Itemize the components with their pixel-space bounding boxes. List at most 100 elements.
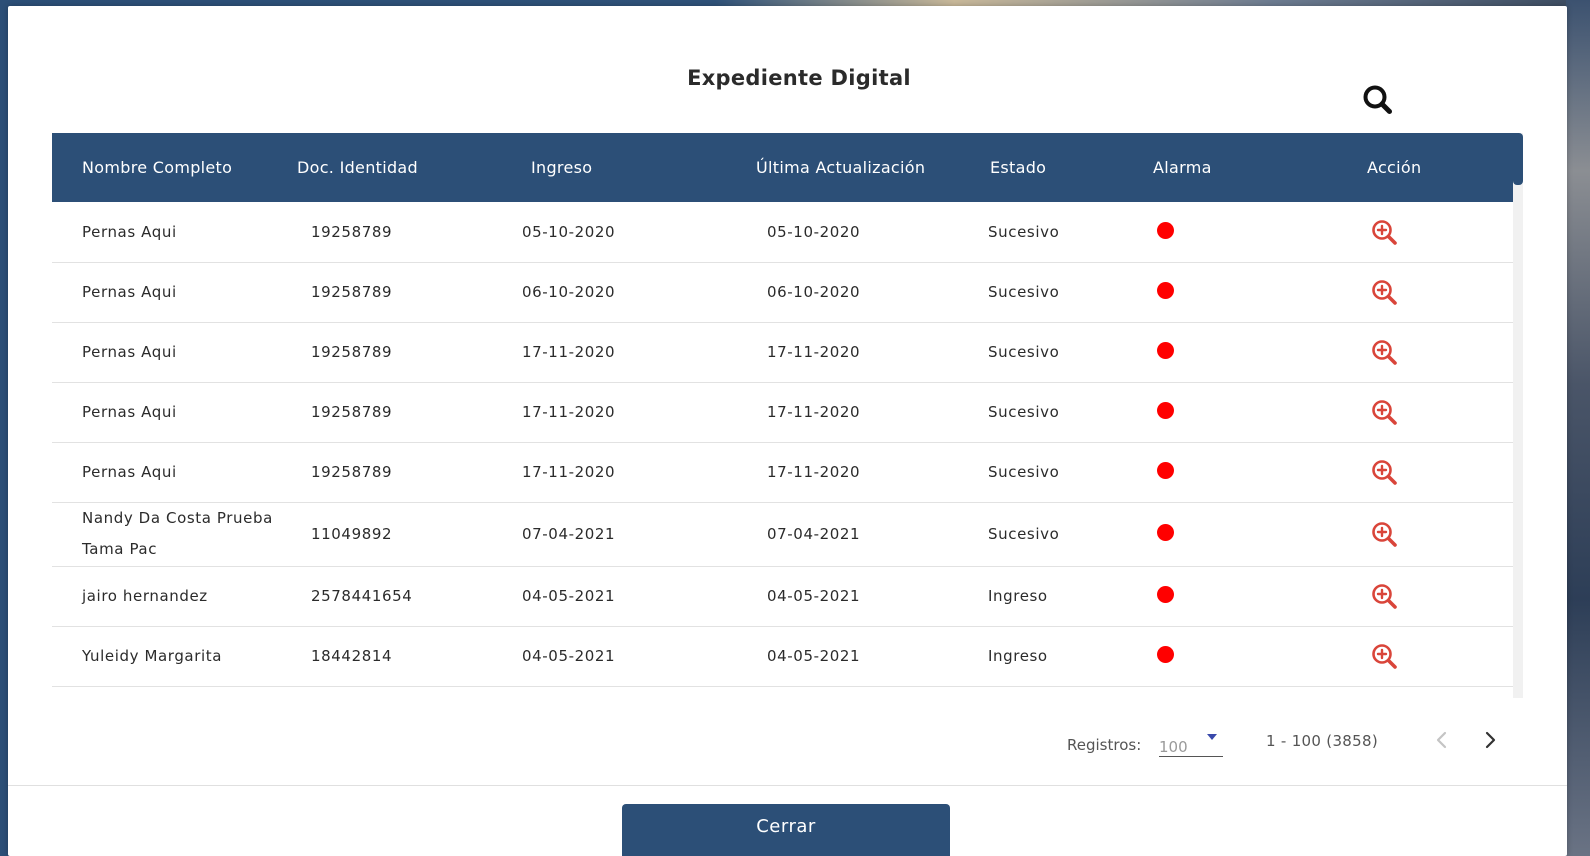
caret-down-icon (1207, 734, 1217, 740)
page-size-select[interactable]: 100 (1159, 728, 1223, 757)
cell-accion (1299, 442, 1513, 503)
cell-alarma (1131, 566, 1299, 627)
cell-ultima: 17-11-2020 (722, 382, 966, 443)
alarm-dot-icon (1157, 586, 1174, 603)
cell-doc: 19258789 (296, 322, 494, 383)
zoom-in-icon[interactable] (1370, 642, 1398, 670)
table-row: Pernas Aqui 19258789 17-11-2020 17-11-20… (52, 382, 1513, 443)
cell-doc: 19258789 (296, 202, 494, 263)
header-alarma[interactable]: Alarma (1131, 133, 1299, 202)
cell-nombre: Pernas Aqui (52, 202, 296, 263)
cell-estado: Ingreso (966, 566, 1131, 627)
cell-doc: 19258789 (296, 382, 494, 443)
cell-nombre: Yuleidy Margarita (52, 626, 296, 687)
alarm-dot-icon (1157, 462, 1174, 479)
alarm-dot-icon (1157, 646, 1174, 663)
cell-estado: Sucesivo (966, 262, 1131, 323)
cell-nombre: Nandy Da Costa Prueba Tama Pac (52, 502, 296, 567)
close-button[interactable]: Cerrar (622, 804, 950, 856)
cell-ingreso: 17-11-2020 (494, 322, 722, 383)
alarm-dot-icon (1157, 342, 1174, 359)
cell-alarma (1131, 502, 1299, 567)
cell-doc: 2578441654 (296, 566, 494, 627)
scrollbar-thumb[interactable] (1513, 133, 1523, 185)
cell-nombre: jairo hernandez (52, 566, 296, 627)
cell-ultima: 07-04-2021 (722, 502, 966, 567)
page-range: 1 - 100 (3858) (1266, 732, 1378, 750)
zoom-in-icon[interactable] (1370, 278, 1398, 306)
cell-estado: Sucesivo (966, 502, 1131, 567)
records-table: Nombre Completo Doc. Identidad Ingreso Ú… (52, 133, 1513, 687)
cell-nombre: Pernas Aqui (52, 262, 296, 323)
zoom-in-icon[interactable] (1370, 520, 1398, 548)
page-size-value: 100 (1159, 738, 1188, 756)
registros-label: Registros: (1067, 736, 1142, 754)
cell-accion (1299, 502, 1513, 567)
cell-ingreso: 17-11-2020 (494, 442, 722, 503)
cell-ingreso: 06-10-2020 (494, 262, 722, 323)
modal-title: Expediente Digital (687, 66, 911, 90)
table-row: Pernas Aqui 19258789 17-11-2020 17-11-20… (52, 442, 1513, 503)
zoom-in-icon[interactable] (1370, 338, 1398, 366)
cell-estado: Sucesivo (966, 322, 1131, 383)
footer-divider (8, 785, 1567, 786)
cell-accion (1299, 202, 1513, 263)
header-ultima-actualizacion[interactable]: Última Actualización (722, 133, 966, 202)
header-ingreso[interactable]: Ingreso (494, 133, 722, 202)
alarm-dot-icon (1157, 402, 1174, 419)
cell-ingreso: 07-04-2021 (494, 502, 722, 567)
cell-accion (1299, 322, 1513, 383)
cell-doc: 19258789 (296, 262, 494, 323)
cell-accion (1299, 626, 1513, 687)
cell-ingreso: 04-05-2021 (494, 566, 722, 627)
alarm-dot-icon (1157, 282, 1174, 299)
cell-nombre-text: Nandy Da Costa Prueba Tama Pac (82, 509, 273, 558)
cell-ultima: 04-05-2021 (722, 566, 966, 627)
cell-doc: 11049892 (296, 502, 494, 567)
zoom-in-icon[interactable] (1370, 582, 1398, 610)
expediente-modal: Expediente Digital Nombre Completo Doc. … (8, 6, 1567, 856)
cell-accion (1299, 262, 1513, 323)
cell-estado: Sucesivo (966, 382, 1131, 443)
cell-alarma (1131, 262, 1299, 323)
table-scrollbar[interactable] (1513, 133, 1523, 698)
search-icon[interactable] (1360, 82, 1396, 118)
cell-doc: 18442814 (296, 626, 494, 687)
records-table-container[interactable]: Nombre Completo Doc. Identidad Ingreso Ú… (52, 133, 1513, 698)
table-header-row: Nombre Completo Doc. Identidad Ingreso Ú… (52, 133, 1513, 202)
table-row: Pernas Aqui 19258789 17-11-2020 17-11-20… (52, 322, 1513, 383)
zoom-in-icon[interactable] (1370, 398, 1398, 426)
cell-alarma (1131, 442, 1299, 503)
table-row: Pernas Aqui 19258789 05-10-2020 05-10-20… (52, 202, 1513, 263)
header-estado[interactable]: Estado (966, 133, 1131, 202)
background-image (1566, 0, 1590, 856)
cell-accion (1299, 382, 1513, 443)
cell-nombre: Pernas Aqui (52, 442, 296, 503)
cell-nombre: Pernas Aqui (52, 382, 296, 443)
cell-ingreso: 17-11-2020 (494, 382, 722, 443)
cell-ultima: 06-10-2020 (722, 262, 966, 323)
cell-estado: Ingreso (966, 626, 1131, 687)
cell-accion (1299, 566, 1513, 627)
table-row: jairo hernandez 2578441654 04-05-2021 04… (52, 566, 1513, 627)
zoom-in-icon[interactable] (1370, 218, 1398, 246)
table-row: Pernas Aqui 19258789 06-10-2020 06-10-20… (52, 262, 1513, 323)
alarm-dot-icon (1157, 221, 1174, 239)
zoom-in-icon[interactable] (1370, 458, 1398, 486)
header-accion: Acción (1367, 158, 1422, 177)
cell-estado: Sucesivo (966, 442, 1131, 503)
cell-ingreso: 05-10-2020 (494, 202, 722, 263)
cell-alarma (1131, 322, 1299, 383)
chevron-right-icon[interactable] (1478, 728, 1502, 752)
cell-ultima: 17-11-2020 (722, 442, 966, 503)
cell-alarma (1131, 202, 1299, 263)
table-row: Yuleidy Margarita 18442814 04-05-2021 04… (52, 626, 1513, 687)
cell-estado: Sucesivo (966, 202, 1131, 263)
alarm-dot-icon (1157, 524, 1174, 541)
cell-alarma (1131, 626, 1299, 687)
chevron-left-icon[interactable] (1430, 728, 1454, 752)
cell-ingreso: 04-05-2021 (494, 626, 722, 687)
header-doc-identidad[interactable]: Doc. Identidad (296, 133, 494, 202)
cell-alarma (1131, 382, 1299, 443)
header-nombre[interactable]: Nombre Completo (52, 133, 296, 202)
